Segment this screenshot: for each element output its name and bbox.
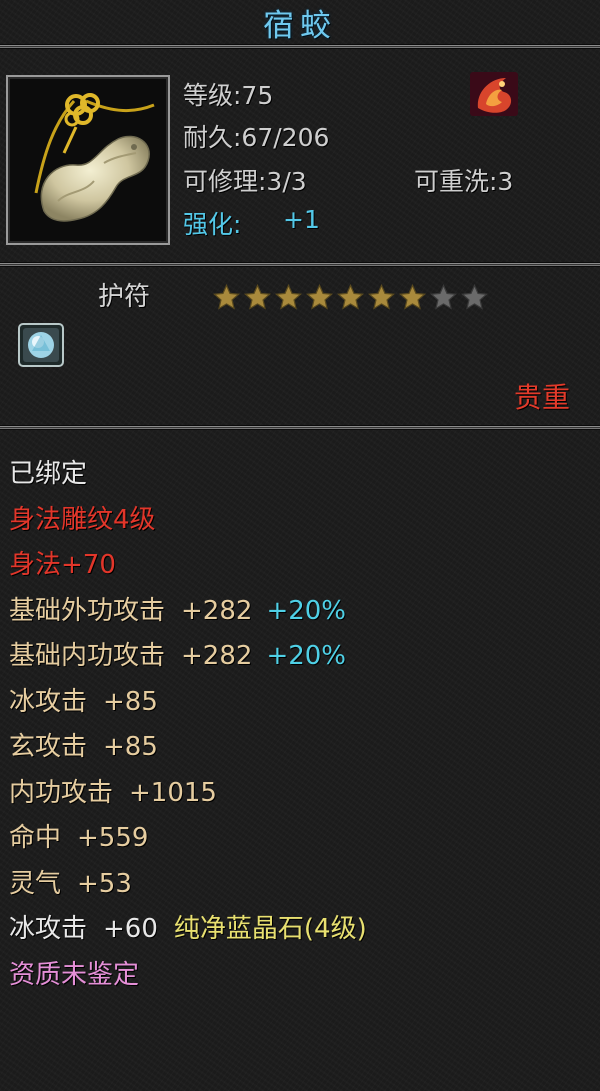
star-icon <box>367 283 396 310</box>
star-icon <box>243 283 272 310</box>
star-icon <box>398 283 427 310</box>
phoenix-gem-icon <box>468 70 522 124</box>
aptitude-line: 资质未鉴定 <box>9 959 140 990</box>
enhance-value: +1 <box>283 205 320 234</box>
star-rating <box>212 283 489 312</box>
item-name: 宿蛟 <box>263 7 337 44</box>
attribute-line: 玄攻击 +85 <box>9 725 367 771</box>
attribute-list: 已绑定 身法雕纹4级 身法+70 基础外功攻击 +282 +20% 基础内功攻击 +2… <box>9 452 367 998</box>
attribute-value: +60 <box>103 914 158 944</box>
level-stat: 等级:75 <box>183 81 274 110</box>
attribute-label: 基础外功攻击 <box>9 595 166 626</box>
attribute-label: 命中 <box>9 823 62 853</box>
attribute-line: 内功攻击 +1015 <box>9 771 367 817</box>
attribute-line: 命中 +559 <box>9 816 367 862</box>
carving-line: 身法雕纹4级 <box>9 504 156 535</box>
star-icon <box>305 283 334 310</box>
rewash-stat: 可重洗:3 <box>414 167 514 196</box>
attribute-value: +85 <box>103 686 158 717</box>
enhance-label: 强化: <box>183 210 242 239</box>
attribute-label: 内功攻击 <box>9 777 114 808</box>
title-bar: 宿蛟 <box>0 0 600 44</box>
star-icon <box>274 283 303 310</box>
attribute-bonus: +20% <box>266 595 347 626</box>
gem-name: 纯净蓝晶石(4级) <box>173 914 367 944</box>
attribute-line: 基础外功攻击 +282 +20% <box>9 589 367 635</box>
item-type: 护符 <box>98 282 151 312</box>
attribute-value: +282 <box>181 641 253 671</box>
attribute-label: 冰攻击 <box>9 686 88 717</box>
attribute-line: 基础内功攻击 +282 +20% <box>9 634 367 680</box>
star-icon <box>336 283 365 310</box>
attribute-value: +282 <box>181 595 253 626</box>
bound-status: 已绑定 <box>9 459 88 489</box>
attribute-line: 灵气 +53 <box>9 862 367 908</box>
gem-bonus-line: 冰攻击 +60 纯净蓝晶石(4级) <box>9 907 367 953</box>
star-icon <box>212 283 241 310</box>
repair-stat: 可修理:3/3 <box>183 167 307 196</box>
attribute-value: +85 <box>103 732 158 762</box>
divider <box>0 425 600 430</box>
attribute-label: 冰攻击 <box>9 914 88 944</box>
item-tooltip-panel: 宿蛟 等级:75 耐久:67/206 可修理:3/3 可重洗:3 强化: +1 … <box>0 0 600 1091</box>
attribute-label: 灵气 <box>9 868 62 899</box>
attribute-bonus: +20% <box>266 641 347 671</box>
divider <box>0 262 600 267</box>
star-empty-icon <box>460 283 489 310</box>
attribute-label: 基础内功攻击 <box>9 641 166 671</box>
star-empty-icon <box>429 283 458 310</box>
attribute-label: 玄攻击 <box>9 732 88 762</box>
item-icon-frame <box>6 75 170 245</box>
attribute-value: +53 <box>77 868 132 899</box>
agility-line: 身法+70 <box>9 550 116 580</box>
rarity-label: 贵重 <box>513 381 570 414</box>
durability-stat: 耐久:67/206 <box>183 123 330 152</box>
jade-dragon-pendant-icon <box>34 93 155 222</box>
blue-crystal-socket-icon <box>18 323 64 371</box>
divider <box>0 44 600 49</box>
attribute-value: +559 <box>77 823 149 853</box>
attribute-line: 冰攻击 +85 <box>9 680 367 726</box>
attribute-value: +1015 <box>129 777 217 808</box>
